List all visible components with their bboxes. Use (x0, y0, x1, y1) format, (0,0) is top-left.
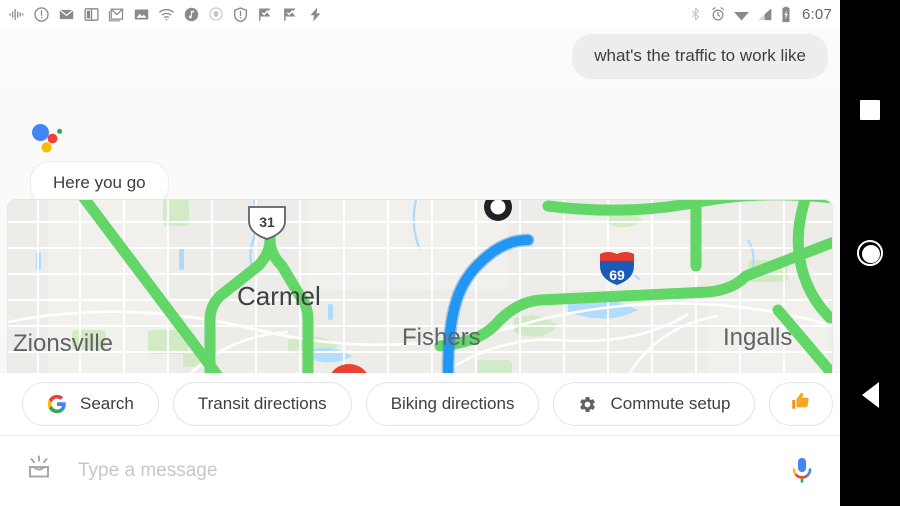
message-input-bar (0, 435, 840, 506)
lightning-bolt-icon (310, 6, 321, 22)
user-message-bubble: what's the traffic to work like (572, 34, 828, 79)
chip-label: Biking directions (390, 394, 515, 413)
place-label-fishers: Fishers (402, 324, 481, 351)
battery-charging-icon (782, 6, 790, 22)
svg-text:69: 69 (609, 267, 625, 283)
chip-label: Commute setup (610, 394, 731, 413)
map-render: 31 69 Zionsville Carmel Fishers Ingalls (8, 200, 832, 375)
triangle-left-icon (861, 382, 879, 408)
book-reader-icon (84, 7, 99, 21)
conversation-area: what's the traffic to work like Here you… (0, 28, 840, 375)
nav-home-button[interactable] (840, 223, 900, 283)
alarm-clock-icon (712, 7, 724, 21)
email-envelope-icon (59, 8, 74, 19)
flag-check-icon (259, 7, 271, 21)
status-bar-system-icons: 6:07 (688, 0, 832, 28)
traffic-map-card[interactable]: 31 69 Zionsville Carmel Fishers Ingalls (7, 199, 833, 375)
chip-label: Search (80, 394, 134, 413)
chip-thumbs-up[interactable] (769, 382, 834, 426)
chip-commute-setup[interactable]: Commute setup (553, 382, 756, 426)
chip-search[interactable]: Search (22, 382, 159, 426)
square-icon (860, 100, 880, 120)
bluetooth-icon (691, 7, 700, 21)
keyboard-smile-icon[interactable] (24, 455, 54, 488)
status-bar-clock: 6:07 (802, 5, 832, 23)
place-label-zionsville: Zionsville (13, 330, 113, 357)
flag-check-icon-2 (284, 7, 296, 21)
phone-screen: 6:07 what's the traffic to work like Her… (0, 0, 900, 506)
chip-biking-directions[interactable]: Biking directions (365, 382, 540, 426)
photos-image-icon (134, 9, 149, 19)
wifi-icon (159, 8, 174, 20)
nav-recents-button[interactable] (840, 80, 900, 140)
system-navigation-bar (840, 0, 900, 506)
svg-text:31: 31 (259, 214, 275, 230)
google-microphone-icon[interactable] (790, 456, 814, 486)
place-label-carmel: Carmel (237, 281, 321, 311)
message-input[interactable] (78, 460, 790, 482)
cell-signal-icon (758, 8, 772, 20)
nav-back-button[interactable] (840, 365, 900, 425)
status-bar-notification-icons (0, 6, 324, 23)
chip-label: Transit directions (197, 394, 327, 413)
assistant-waveform-icon (9, 8, 24, 20)
suggestion-chips-row[interactable]: Search Transit directions Biking directi… (0, 373, 840, 435)
chip-transit-directions[interactable]: Transit directions (172, 382, 352, 426)
wifi-signal-icon (734, 11, 749, 21)
alert-circle-icon (34, 6, 49, 22)
music-note-icon (184, 7, 199, 21)
status-bar: 6:07 (0, 0, 840, 28)
app-content-area: 6:07 what's the traffic to work like Her… (0, 0, 840, 506)
google-assistant-logo (32, 124, 63, 153)
shield-vpn-icon (209, 7, 223, 21)
thumbs-up-icon (790, 390, 812, 418)
gmail-icon (108, 8, 124, 21)
place-label-ingalls: Ingalls (723, 324, 792, 351)
circle-icon (857, 240, 883, 266)
google-g-icon (47, 394, 67, 414)
gear-icon (578, 395, 597, 414)
alert-shield-icon (234, 6, 247, 22)
